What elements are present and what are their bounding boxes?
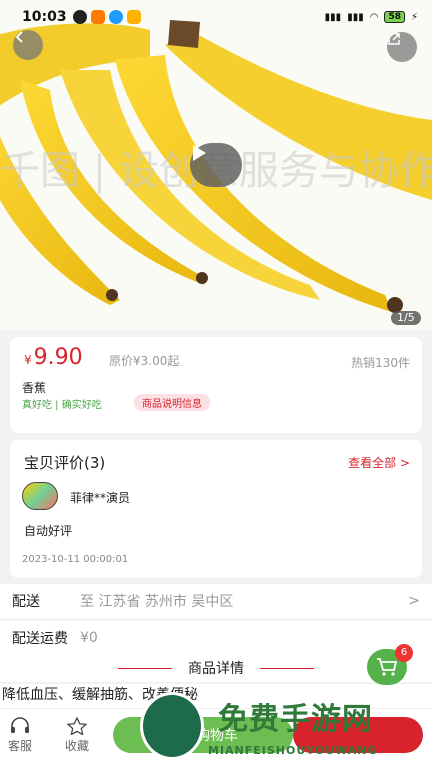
customer-service-button[interactable]: 客服 — [0, 717, 40, 754]
wifi-icon: ◠ — [369, 11, 379, 23]
favorite-button[interactable]: 收藏 — [57, 717, 97, 754]
price-card: ¥9.90 原价¥3.00起 热销130件 香蕉 真好吃 | 确实好吃 商品说明… — [10, 337, 422, 433]
review-date: 2023-10-11 00:00:01 — [22, 554, 129, 565]
floating-cart-button[interactable]: 6 — [367, 644, 413, 685]
reviewer-name: 菲律**演员 — [70, 491, 131, 505]
star-icon — [66, 717, 88, 735]
play-icon — [193, 145, 206, 161]
headset-icon — [11, 717, 29, 733]
review-section-title: 宝贝评价(3) — [24, 454, 106, 472]
battery-indicator: 58 — [384, 11, 405, 23]
shipping-label: 配送 — [12, 594, 40, 610]
shipping-row[interactable]: 配送 至 江苏省 苏州市 吴中区 > — [0, 584, 432, 618]
status-bar: 10:03 ▮▮▮ ▮▮▮ ◠ 58 ⚡ — [0, 0, 432, 34]
product-name: 香蕉 — [22, 381, 47, 395]
cart-icon — [377, 658, 398, 676]
shipping-address: 至 江苏省 苏州市 吴中区 — [80, 594, 234, 610]
product-info-tag[interactable]: 商品说明信息 — [134, 394, 210, 411]
view-all-reviews-link[interactable]: 查看全部 > — [348, 454, 410, 471]
message-icon — [126, 10, 141, 24]
shipping-fee-value: ¥0 — [80, 630, 98, 646]
cart-badge: 6 — [395, 644, 413, 662]
leaf-logo-icon — [140, 692, 204, 760]
back-button[interactable] — [13, 30, 43, 60]
favorite-label: 收藏 — [64, 739, 89, 753]
logo-title: 免费手游网 — [218, 702, 373, 737]
review-card: 宝贝评价(3) 查看全部 > 菲律**演员 自动好评 2023-10-11 00… — [10, 440, 422, 578]
sales-count: 热销130件 — [351, 356, 410, 370]
play-video-button[interactable] — [190, 143, 242, 187]
share-button[interactable] — [387, 32, 417, 62]
details-title: 商品详情 — [188, 661, 244, 677]
product-tagline: 真好吃 | 确实好吃 — [22, 400, 102, 411]
avatar — [22, 482, 58, 510]
signal-icon-2: ▮▮▮ — [347, 11, 364, 23]
share-icon — [388, 33, 400, 45]
image-counter: 1/5 — [391, 311, 421, 325]
app-notification-icon — [90, 10, 105, 24]
original-price: 原价¥3.00起 — [109, 354, 180, 368]
signal-icon: ▮▮▮ — [324, 11, 342, 23]
divider — [118, 667, 172, 669]
current-price: ¥9.90 — [24, 345, 83, 370]
product-image-carousel[interactable]: 千图 | 设创意服务与协作平 资版权 1/5 — [0, 0, 432, 330]
customer-service-label: 客服 — [7, 739, 32, 753]
charging-icon: ⚡ — [410, 11, 418, 23]
review-text: 自动好评 — [24, 524, 73, 538]
shipping-fee-row: 配送运费 ¥0 — [0, 621, 432, 655]
shipping-fee-label: 配送运费 — [12, 631, 68, 647]
site-logo-overlay: 免费手游网 MIANFEISHOUYOUWANG — [132, 690, 432, 768]
status-time: 10:03 — [22, 9, 67, 25]
chevron-right-icon: > — [408, 593, 420, 609]
divider — [260, 667, 314, 669]
alarm-icon — [72, 10, 87, 24]
app-notification-icon-2 — [108, 10, 123, 24]
logo-subtitle: MIANFEISHOUYOUWANG — [208, 744, 378, 757]
